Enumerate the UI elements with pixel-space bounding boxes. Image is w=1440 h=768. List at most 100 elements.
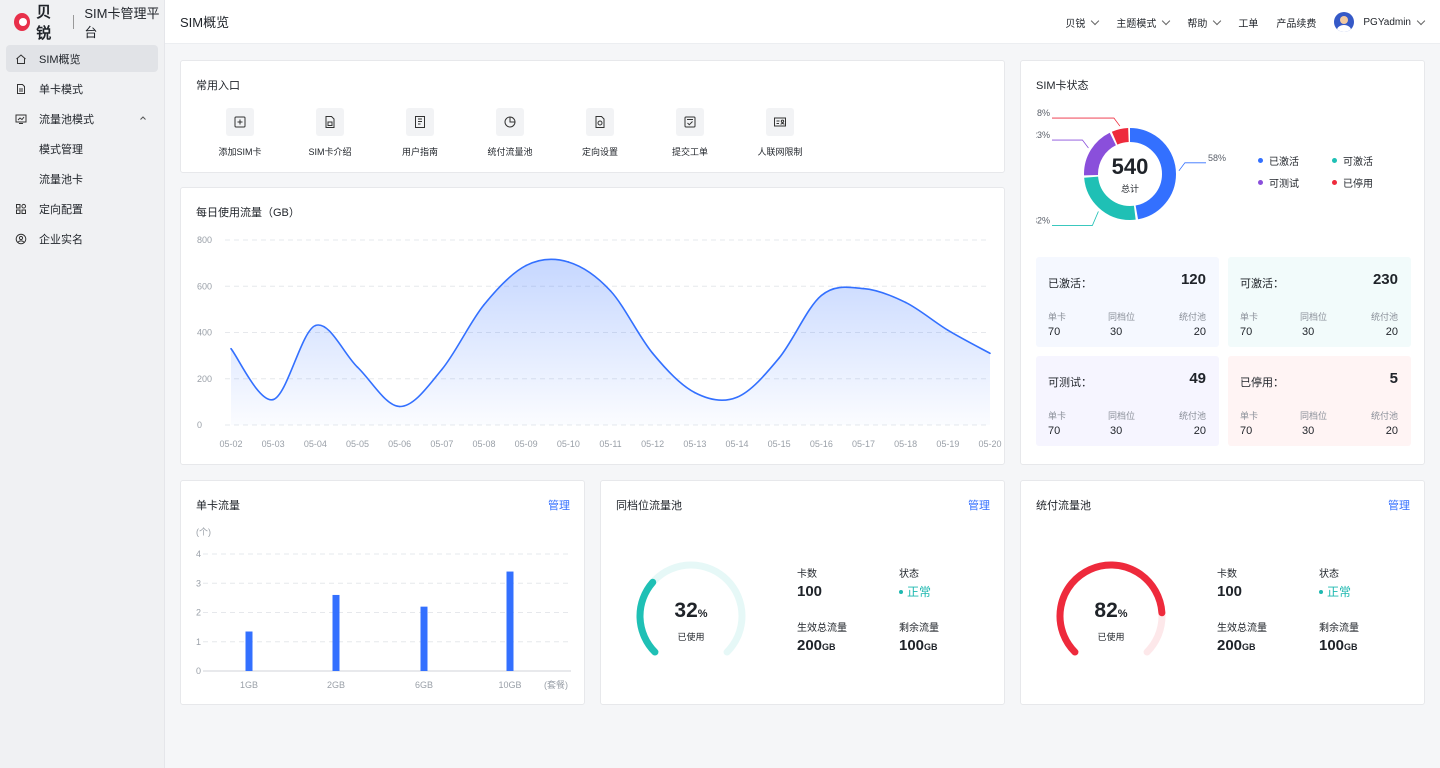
effective-total-label: 生效总流量 xyxy=(1217,623,1267,634)
sidebar-item-label: 流量池卡 xyxy=(39,173,83,186)
donut-leader-line xyxy=(1052,211,1099,226)
target-settings-icon xyxy=(586,108,614,136)
menu-theme-dropdown[interactable]: 主题模式 xyxy=(1116,15,1171,30)
sidebar-item-enterprise-verify[interactable]: 企业实名 xyxy=(6,225,158,252)
donut-percent-label: 32% xyxy=(1036,215,1050,225)
legend-label: 可测试 xyxy=(1269,179,1299,190)
data-point xyxy=(904,301,907,304)
entry-user-guide[interactable]: 用户指南 xyxy=(380,108,460,158)
menu-label: 产品续费 xyxy=(1276,18,1317,30)
entry-unified-pool[interactable]: 统付流量池 xyxy=(470,108,550,158)
status-card-col-label: 同档位 xyxy=(1300,411,1328,421)
sidebar-item-label: 企业实名 xyxy=(39,233,83,246)
data-point xyxy=(989,352,991,355)
app-title: SIM卡管理平台 xyxy=(84,6,160,40)
data-point xyxy=(525,264,527,267)
unified-pool-title: 统付流量池 xyxy=(1036,500,1091,512)
status-card-col-label: 统付池 xyxy=(1178,312,1206,322)
data-point xyxy=(441,368,443,371)
y-tick-label: 4 xyxy=(196,549,201,559)
sidebar-item-sim-overview[interactable]: SIM概览 xyxy=(6,45,158,72)
same-tier-gauge-label: 已使用 xyxy=(677,632,705,642)
card-count-value: 100 xyxy=(1217,583,1243,600)
legend-activatable: 可激活 xyxy=(1332,153,1373,168)
total-number: 200 xyxy=(797,637,823,654)
status-dot xyxy=(1319,589,1323,594)
x-tick-label: 05-10 xyxy=(557,439,580,449)
menu-ticket-link[interactable]: 工单 xyxy=(1238,15,1258,30)
entry-add-sim[interactable]: 添加SIM卡 xyxy=(200,108,280,158)
menu-help-dropdown[interactable]: 帮助 xyxy=(1187,15,1222,30)
remaining-value: 100GB xyxy=(899,637,938,654)
legend-dot xyxy=(1258,158,1263,163)
sidebar-item-label: 模式管理 xyxy=(39,143,83,156)
card-count-label: 卡数 xyxy=(797,569,817,580)
same-tier-pool-manage-link[interactable]: 管理 xyxy=(968,497,990,513)
total-unit: GB xyxy=(1242,642,1256,652)
data-point xyxy=(356,366,359,368)
effective-total-label: 生效总流量 xyxy=(797,623,847,634)
same-tier-gauge-value: 32% xyxy=(631,599,751,623)
status-card-activated: 已激活： 120 单卡 70 同档位 30 统付池 20 xyxy=(1036,257,1219,347)
entry-submit-ticket[interactable]: 提交工单 xyxy=(650,108,730,158)
entry-network-limit[interactable]: 人联网限制 xyxy=(740,108,820,158)
menu-renew-link[interactable]: 产品续费 xyxy=(1276,15,1316,30)
topbar: SIM概览 贝锐 主题模式 帮助 工单 产品续费 PGYadmin xyxy=(165,0,1440,44)
sidebar-item-pool-cards[interactable]: 流量池卡 xyxy=(6,165,158,192)
data-point xyxy=(609,290,612,292)
donut-percent-label: 8% xyxy=(1037,108,1050,118)
status-card-col-label: 统付池 xyxy=(1370,411,1398,421)
daily-usage-panel: 每日使用流量（GB） 0 200 400 600 800 05-02 05-03 05-04 0… xyxy=(180,187,1005,465)
remaining-value: 100GB xyxy=(1319,637,1358,654)
x-tick-label: 05-19 xyxy=(936,439,959,449)
data-point xyxy=(862,287,865,290)
entry-label: 人联网限制 xyxy=(757,147,803,157)
status-card-col-label: 单卡 xyxy=(1048,312,1067,322)
menu-brand-dropdown[interactable]: 贝锐 xyxy=(1065,15,1100,30)
sidebar-item-directional-config[interactable]: 定向配置 xyxy=(6,195,158,222)
data-point xyxy=(272,398,274,401)
status-label: 状态 xyxy=(1319,569,1339,580)
status-card-col-value: 20 xyxy=(1193,326,1206,338)
y-tick-label: 600 xyxy=(197,281,212,291)
user-menu[interactable]: PGYadmin xyxy=(1334,12,1426,32)
sidebar-item-mode-management[interactable]: 模式管理 xyxy=(6,135,158,162)
data-point xyxy=(398,405,401,408)
status-card-total: 49 xyxy=(1189,370,1206,387)
data-point xyxy=(778,357,780,359)
bar xyxy=(420,606,428,671)
chevron-up-icon[interactable] xyxy=(138,113,148,123)
unified-gauge-label: 已使用 xyxy=(1097,632,1125,642)
gauge-percent-unit: % xyxy=(1117,608,1128,620)
sidebar-item-pool-mode[interactable]: 流量池模式 xyxy=(6,105,158,132)
status-card-col-value: 30 xyxy=(1110,425,1123,437)
menu-label: 工单 xyxy=(1238,18,1259,30)
total-unit: GB xyxy=(822,642,836,652)
home-icon xyxy=(15,53,27,65)
sidebar-item-label: 单卡模式 xyxy=(39,83,83,96)
entry-directional-settings[interactable]: 定向设置 xyxy=(560,108,640,158)
form-check-icon xyxy=(676,108,704,136)
remaining-label: 剩余流量 xyxy=(899,623,939,634)
menu-label: 帮助 xyxy=(1187,18,1208,30)
gauge-percent: 32 xyxy=(674,599,698,622)
status-card-col-label: 同档位 xyxy=(1300,312,1328,322)
sidebar-item-single-card[interactable]: 单卡模式 xyxy=(6,75,158,102)
entry-sim-intro[interactable]: SIM卡介绍 xyxy=(290,108,370,158)
status-card-title: 已激活： xyxy=(1048,278,1092,290)
x-tick-label: 05-04 xyxy=(304,439,327,449)
x-tick-label: 05-05 xyxy=(346,439,369,449)
status-text: 正常 xyxy=(1327,585,1352,599)
status-badge: 正常 xyxy=(899,583,931,600)
unified-pool-manage-link[interactable]: 管理 xyxy=(1388,497,1410,513)
remaining-label: 剩余流量 xyxy=(1319,623,1359,634)
chevron-down-icon xyxy=(1416,16,1426,25)
donut-total: 540 xyxy=(1111,154,1149,179)
status-card-title: 已停用： xyxy=(1240,377,1284,389)
status-card-total: 120 xyxy=(1180,271,1206,288)
y-tick-label: 0 xyxy=(197,420,202,430)
quick-entry-title: 常用入口 xyxy=(196,80,240,92)
entry-label: SIM卡介绍 xyxy=(308,147,352,157)
status-card-testable: 可测试： 49 单卡 70 同档位 30 统付池 20 xyxy=(1036,356,1219,446)
logo[interactable]: 贝锐 SIM卡管理平台 xyxy=(0,0,164,44)
